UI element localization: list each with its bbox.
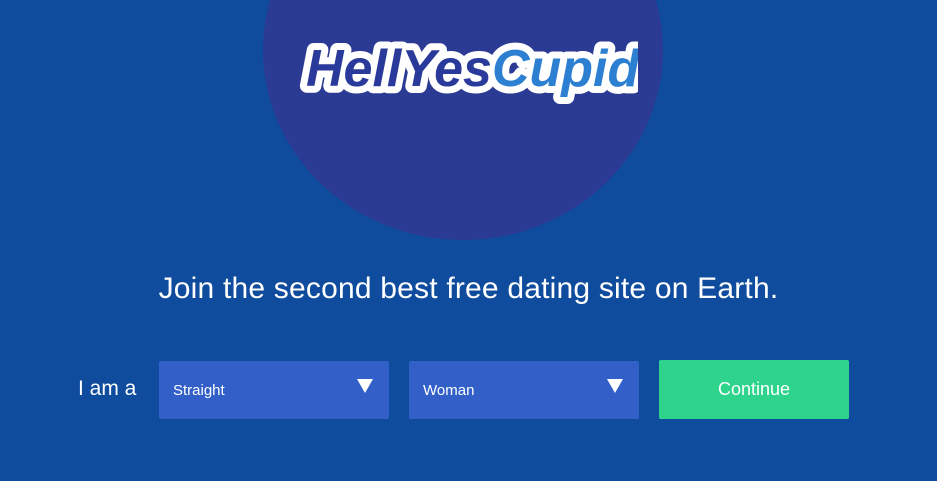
logo-wordmark: HellYesCupid HellYesCupid bbox=[299, 33, 638, 105]
brand-logo: HellYesCupid HellYesCupid bbox=[0, 0, 937, 110]
logo-text-part1: HellYes bbox=[306, 40, 492, 98]
signup-page: HellYesCupid HellYesCupid Join the secon… bbox=[0, 0, 937, 481]
triangle-down-icon bbox=[607, 379, 623, 393]
continue-button[interactable]: Continue bbox=[659, 360, 849, 419]
logo-text-part2: Cupid bbox=[492, 40, 638, 98]
tagline: Join the second best free dating site on… bbox=[158, 272, 779, 305]
gender-select-value: Woman bbox=[423, 382, 475, 399]
triangle-down-icon bbox=[357, 379, 373, 393]
iam-label: I am a bbox=[78, 377, 137, 400]
svg-text:HellYesCupid: HellYesCupid bbox=[306, 40, 638, 98]
signup-form: I am a Straight Woman Continue bbox=[0, 360, 937, 420]
gender-select[interactable]: Woman bbox=[409, 361, 639, 419]
orientation-select[interactable]: Straight bbox=[159, 361, 389, 419]
orientation-select-value: Straight bbox=[173, 382, 225, 399]
